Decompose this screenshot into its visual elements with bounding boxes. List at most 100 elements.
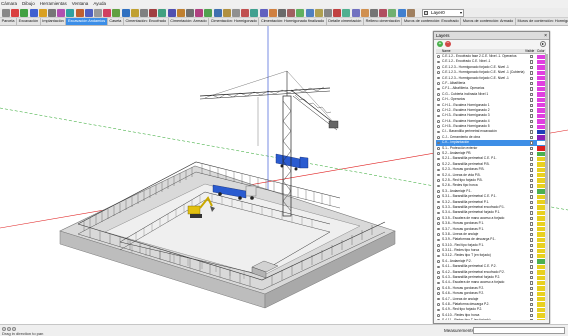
layer-color-swatch[interactable]: [537, 210, 545, 216]
visibility-checkbox[interactable]: [530, 232, 534, 237]
layer-color-swatch[interactable]: [537, 178, 545, 183]
active-layer-radio[interactable]: [437, 114, 440, 118]
active-layer-radio[interactable]: [437, 217, 440, 220]
active-layer-radio[interactable]: [437, 109, 440, 112]
layer-color-swatch[interactable]: [537, 237, 545, 243]
layer-color-swatch[interactable]: [537, 205, 545, 210]
active-layer-radio[interactable]: [437, 87, 440, 91]
orbit-tool-icon[interactable]: [195, 9, 204, 17]
active-layer-radio[interactable]: [437, 98, 440, 102]
active-layer-radio[interactable]: [437, 206, 440, 209]
menu-tools[interactable]: Herramientas: [40, 0, 67, 8]
visibility-checkbox[interactable]: [530, 292, 534, 296]
layer-color-swatch[interactable]: [537, 151, 545, 156]
active-layer-radio[interactable]: [437, 179, 440, 182]
visibility-checkbox[interactable]: [530, 254, 534, 258]
layer-color-swatch[interactable]: [537, 275, 545, 280]
visibility-checkbox[interactable]: [530, 146, 534, 151]
offset-tool-icon[interactable]: [121, 9, 130, 17]
visibility-checkbox[interactable]: [530, 114, 534, 118]
visibility-checkbox[interactable]: [530, 276, 534, 280]
visibility-checkbox[interactable]: [530, 87, 534, 91]
measurements-input[interactable]: [473, 327, 565, 334]
eraser-tool-icon[interactable]: [11, 9, 20, 17]
active-layer-radio[interactable]: [437, 141, 440, 145]
visibility-checkbox[interactable]: [530, 216, 534, 221]
details-menu-icon[interactable]: ▸: [540, 41, 546, 47]
active-layer-radio[interactable]: [437, 93, 440, 96]
visibility-checkbox[interactable]: [530, 98, 534, 102]
visibility-checkbox[interactable]: [530, 249, 534, 253]
active-layer-radio[interactable]: [437, 60, 440, 64]
layer-color-swatch[interactable]: [537, 253, 545, 259]
soften-tool-icon[interactable]: [370, 9, 378, 17]
rotate-tool-icon[interactable]: [103, 9, 112, 17]
active-layer-radio[interactable]: [437, 243, 440, 247]
scene-tab[interactable]: Caseta: [108, 18, 124, 25]
zoom-window-tool-icon[interactable]: [222, 9, 231, 17]
active-layer-radio[interactable]: [437, 190, 440, 193]
active-layer-radio[interactable]: [437, 211, 440, 215]
active-layer-radio[interactable]: [437, 103, 440, 107]
layer-color-swatch[interactable]: [537, 135, 545, 140]
layer-color-swatch[interactable]: [537, 162, 545, 167]
layer-color-swatch[interactable]: [537, 259, 545, 264]
menu-draw[interactable]: Dibujo: [22, 0, 35, 8]
freehand-tool-icon[interactable]: [48, 9, 56, 17]
visibility-checkbox[interactable]: [530, 125, 534, 129]
layer-color-swatch[interactable]: [537, 119, 545, 124]
visibility-checkbox[interactable]: [530, 265, 534, 269]
active-layer-radio[interactable]: [437, 168, 440, 172]
protractor-tool-icon[interactable]: [158, 9, 167, 17]
layer-color-swatch[interactable]: [537, 156, 545, 162]
visibility-checkbox[interactable]: [530, 65, 534, 70]
visibility-checkbox[interactable]: [530, 173, 534, 177]
visibility-checkbox[interactable]: [530, 211, 534, 215]
scene-tab[interactable]: Cimentación: Hormigonado finalizado: [259, 18, 327, 25]
active-layer-radio[interactable]: [437, 270, 440, 274]
walk-tool-icon[interactable]: [268, 9, 277, 17]
active-layer-radio[interactable]: [437, 130, 440, 134]
scene-tab[interactable]: Cimentación: Armado: [169, 18, 210, 25]
active-layer-radio[interactable]: [437, 163, 440, 166]
layer-color-swatch[interactable]: [537, 264, 545, 270]
scene-tab[interactable]: Excavación Andamios: [66, 18, 108, 25]
active-layer-radio[interactable]: [437, 308, 440, 312]
layers-tool-icon[interactable]: [342, 9, 351, 17]
add-layer-button[interactable]: +: [437, 41, 443, 47]
layer-color-swatch[interactable]: [537, 65, 545, 70]
visibility-checkbox[interactable]: [530, 157, 534, 161]
layer-color-swatch[interactable]: [537, 76, 545, 81]
scale-tool-icon[interactable]: [112, 9, 121, 17]
styles-tool-icon[interactable]: [314, 9, 323, 17]
active-layer-radio[interactable]: [437, 157, 440, 161]
active-layer-radio[interactable]: [437, 276, 440, 279]
active-layer-radio[interactable]: [437, 136, 440, 139]
active-layer-radio[interactable]: [437, 200, 440, 204]
layer-row[interactable]: S.4.11.- Redes tipo T (en forjado): [436, 318, 546, 320]
visibility-checkbox[interactable]: [530, 103, 534, 107]
paint-tool-icon[interactable]: [20, 9, 29, 17]
visibility-checkbox[interactable]: [530, 297, 534, 301]
visibility-checkbox[interactable]: [530, 189, 534, 194]
visibility-checkbox[interactable]: [530, 259, 534, 264]
active-layer-radio[interactable]: [437, 233, 440, 236]
layer-color-swatch[interactable]: [537, 183, 545, 189]
visibility-checkbox[interactable]: [530, 227, 534, 231]
layer-color-swatch[interactable]: [537, 302, 545, 307]
layer-color-swatch[interactable]: [537, 232, 545, 237]
layer-color-swatch[interactable]: [537, 216, 545, 221]
outliner-tool-icon[interactable]: [351, 9, 360, 17]
active-layer-radio[interactable]: [437, 184, 440, 188]
components-tool-icon[interactable]: [296, 9, 305, 17]
layer-color-swatch[interactable]: [537, 297, 545, 302]
menu-window[interactable]: Ventana: [72, 0, 89, 8]
dimension-tool-icon[interactable]: [149, 9, 158, 17]
pan-tool-icon[interactable]: [204, 9, 213, 17]
active-layer-radio[interactable]: [437, 265, 440, 269]
look-around-tool-icon[interactable]: [278, 9, 286, 17]
layer-color-swatch[interactable]: [537, 81, 545, 86]
layer-color-swatch[interactable]: [537, 124, 545, 129]
tape-tool-icon[interactable]: [140, 9, 148, 17]
scrollbar-thumb[interactable]: [545, 54, 548, 204]
